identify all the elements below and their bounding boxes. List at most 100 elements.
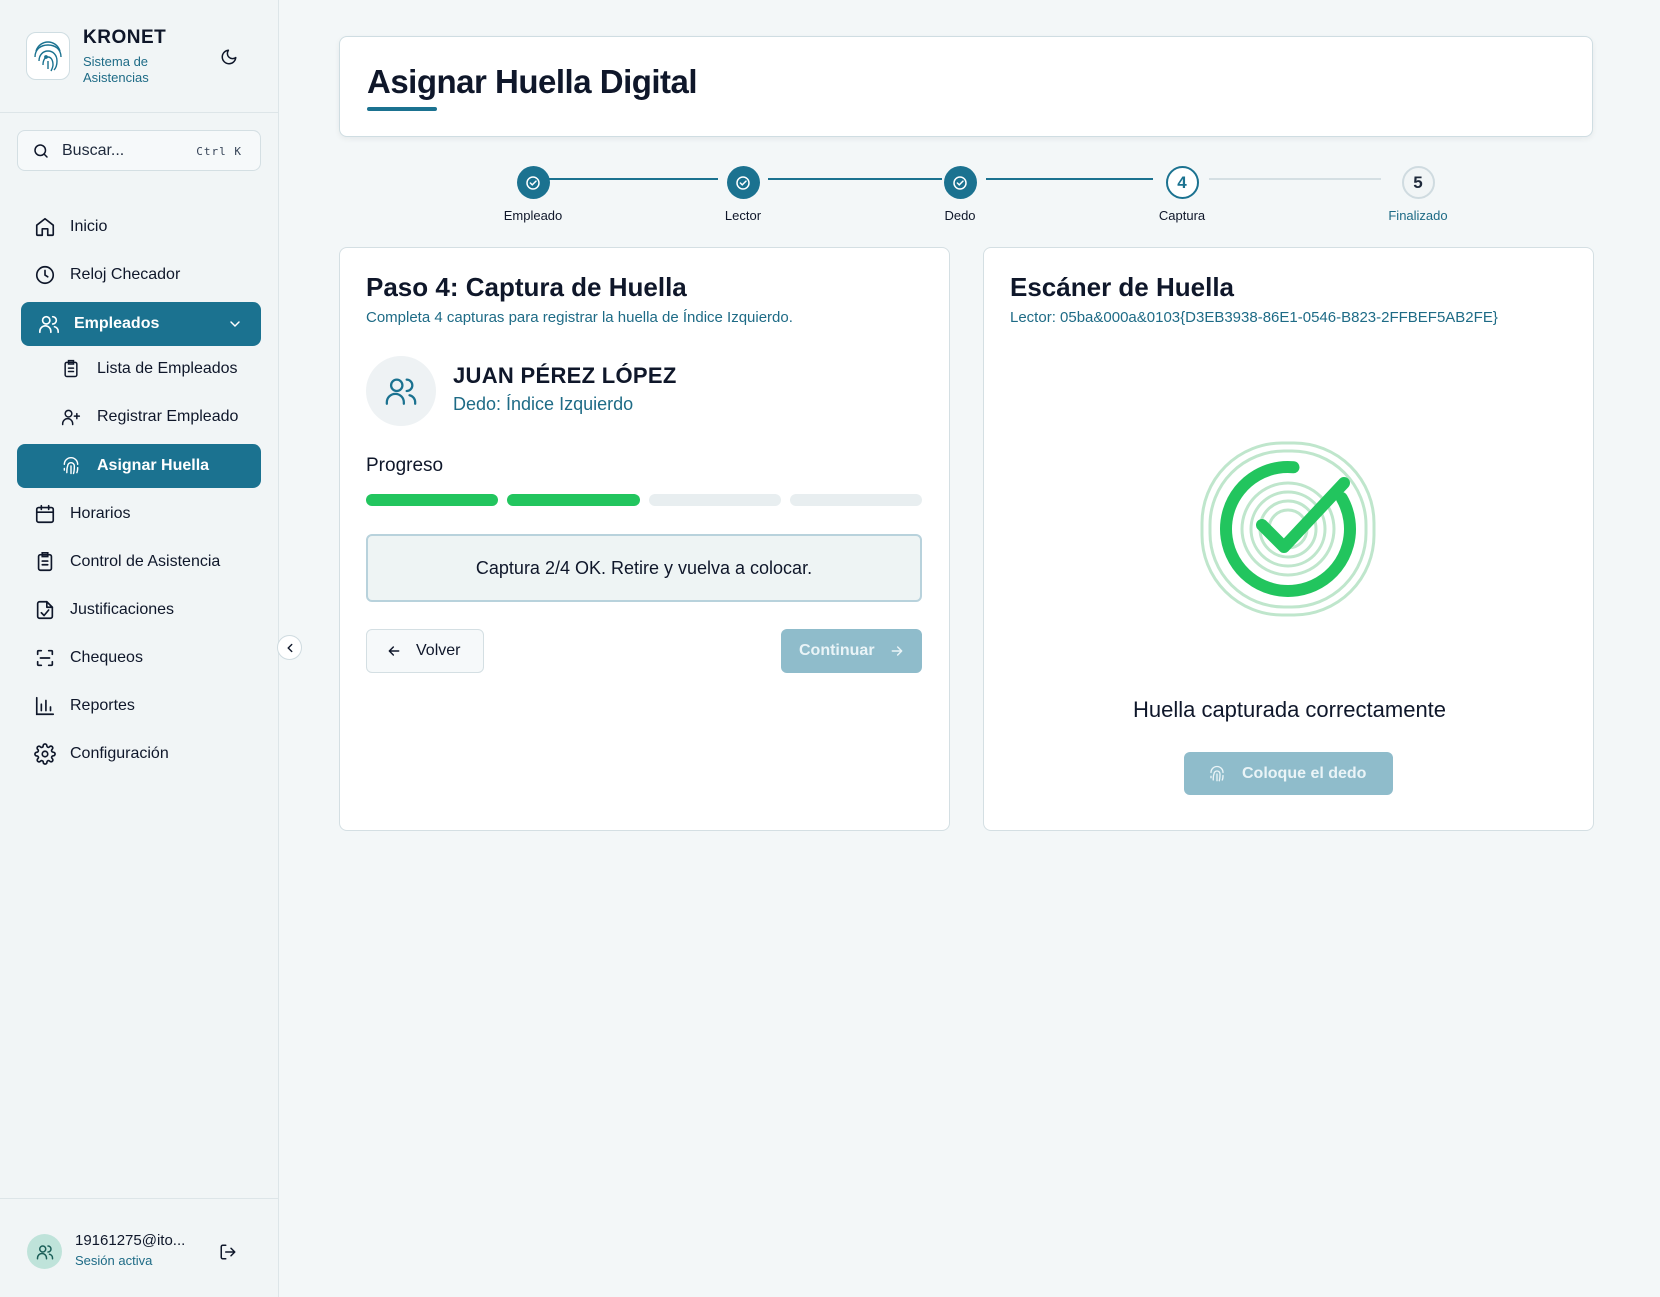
users-icon <box>384 374 418 408</box>
clock-icon <box>33 263 57 287</box>
sidebar-collapse-button[interactable] <box>277 635 302 660</box>
fingerprint-logo-icon <box>26 32 70 80</box>
employee-avatar <box>366 356 436 426</box>
search-box[interactable]: Ctrl K <box>17 130 261 171</box>
page-header: Asignar Huella Digital <box>339 36 1593 137</box>
moon-icon[interactable] <box>218 46 240 68</box>
check-circle-icon <box>943 166 977 199</box>
sidebar-item-label: Control de Asistencia <box>70 553 221 570</box>
step-empleado[interactable]: Empleado <box>473 166 593 223</box>
sidebar-item-label: Reloj Checador <box>70 266 181 283</box>
user-plus-icon <box>59 405 83 429</box>
sidebar-item-empleados[interactable]: Empleados <box>21 302 261 346</box>
fingerprint-icon <box>59 454 83 478</box>
scanner-title: Escáner de Huella <box>1010 272 1234 302</box>
page-title: Asignar Huella Digital <box>367 63 698 100</box>
check-circle-icon <box>726 166 760 199</box>
arrow-left-icon <box>386 643 402 659</box>
calendar-icon <box>33 502 57 526</box>
sidebar-item-label: Lista de Empleados <box>97 360 238 377</box>
sidebar: KRONET Sistema de Asistencias Ctrl K Ini… <box>0 0 279 1297</box>
sidebar-item-reloj[interactable]: Reloj Checador <box>17 253 261 297</box>
scanner-card: Escáner de Huella Lector: 05ba&000a&0103… <box>983 247 1594 831</box>
file-check-icon <box>33 598 57 622</box>
step-label: Empleado <box>503 208 563 223</box>
sidebar-item-label: Asignar Huella <box>97 457 210 474</box>
step-captura[interactable]: 4 Captura <box>1122 166 1242 223</box>
search-icon <box>32 142 50 165</box>
capture-card: Paso 4: Captura de Huella Completa 4 cap… <box>339 247 950 831</box>
step-dedo[interactable]: Dedo <box>900 166 1020 223</box>
continue-label: Continuar <box>799 642 875 659</box>
clipboard-icon <box>59 357 83 381</box>
brand-subtitle: Sistema de Asistencias <box>83 54 149 85</box>
sidebar-item-label: Empleados <box>74 315 160 332</box>
step-finalizado[interactable]: 5 Finalizado <box>1358 166 1478 223</box>
home-icon <box>33 215 57 239</box>
sidebar-item-justificaciones[interactable]: Justificaciones <box>17 588 261 632</box>
step-label: Finalizado <box>1388 208 1448 223</box>
progress-segment <box>507 494 640 506</box>
employee-name: JUAN PÉREZ LÓPEZ <box>453 363 677 388</box>
sidebar-item-configuracion[interactable]: Configuración <box>17 732 261 776</box>
reader-id: Lector: 05ba&000a&0103{D3EB3938-86E1-054… <box>1010 309 1498 326</box>
clipboard-list-icon <box>33 550 57 574</box>
user-panel: 19161275@ito... Sesión activa <box>0 1198 278 1297</box>
users-icon <box>37 312 61 336</box>
sidebar-item-chequeos[interactable]: Chequeos <box>17 636 261 680</box>
sidebar-item-horarios[interactable]: Horarios <box>17 492 261 536</box>
chevron-left-icon <box>283 641 297 655</box>
sidebar-item-lista-empleados[interactable]: Lista de Empleados <box>17 347 261 391</box>
brand-name: KRONET <box>83 27 167 48</box>
step-label: Lector <box>724 208 762 223</box>
step-lector[interactable]: Lector <box>683 166 803 223</box>
sidebar-item-registrar-empleado[interactable]: Registrar Empleado <box>17 395 261 439</box>
user-email: 19161275@ito... <box>75 1232 186 1249</box>
sidebar-item-label: Reportes <box>70 697 135 714</box>
user-status: Sesión activa <box>75 1253 153 1268</box>
progress-label: Progreso <box>366 455 444 476</box>
progress-segment <box>366 494 499 506</box>
arrow-right-icon <box>889 643 905 659</box>
back-button[interactable]: Volver <box>366 629 484 673</box>
bar-chart-icon <box>33 694 57 718</box>
employee-finger: Dedo: Índice Izquierdo <box>453 394 634 414</box>
continue-button[interactable]: Continuar <box>781 629 922 673</box>
sidebar-item-control-asistencia[interactable]: Control de Asistencia <box>17 540 261 584</box>
progress-segment <box>789 494 922 506</box>
sidebar-item-label: Horarios <box>70 505 131 522</box>
sidebar-item-label: Justificaciones <box>70 601 175 618</box>
sidebar-item-label: Configuración <box>70 745 169 762</box>
sidebar-item-inicio[interactable]: Inicio <box>17 205 261 249</box>
status-message: Captura 2/4 OK. Retire y vuelva a coloca… <box>366 534 922 602</box>
fingerprint-icon <box>1208 765 1226 783</box>
capture-description: Completa 4 capturas para registrar la hu… <box>366 309 793 326</box>
gear-icon <box>33 742 57 766</box>
back-label: Volver <box>416 642 461 659</box>
progress-segment <box>648 494 781 506</box>
scan-icon <box>33 646 57 670</box>
scan-result: Huella capturada correctamente <box>1132 697 1447 722</box>
place-finger-label: Coloque el dedo <box>1242 764 1367 782</box>
title-underline <box>367 107 437 111</box>
avatar[interactable] <box>27 1234 62 1269</box>
sidebar-item-label: Registrar Empleado <box>97 408 239 425</box>
search-input[interactable] <box>62 139 182 163</box>
stepper: Empleado Lector Dedo 4 Captura 5 Finaliz… <box>339 160 1593 230</box>
search-shortcut: Ctrl K <box>196 145 242 158</box>
sidebar-item-reportes[interactable]: Reportes <box>17 684 261 728</box>
step-number: 5 <box>1401 166 1435 199</box>
place-finger-button[interactable]: Coloque el dedo <box>1184 752 1393 795</box>
brand-header: KRONET Sistema de Asistencias <box>0 0 278 113</box>
sidebar-item-label: Inicio <box>70 218 108 235</box>
progress-bars <box>366 494 922 506</box>
step-label: Captura <box>1158 208 1206 223</box>
step-number: 4 <box>1165 166 1199 199</box>
logout-icon[interactable] <box>217 1241 239 1263</box>
fingerprint-success-icon <box>1198 439 1378 619</box>
step-label: Dedo <box>944 208 976 223</box>
chevron-down-icon <box>227 316 243 337</box>
sidebar-item-asignar-huella[interactable]: Asignar Huella <box>17 444 261 488</box>
sidebar-item-label: Chequeos <box>70 649 143 666</box>
capture-title: Paso 4: Captura de Huella <box>366 272 687 302</box>
